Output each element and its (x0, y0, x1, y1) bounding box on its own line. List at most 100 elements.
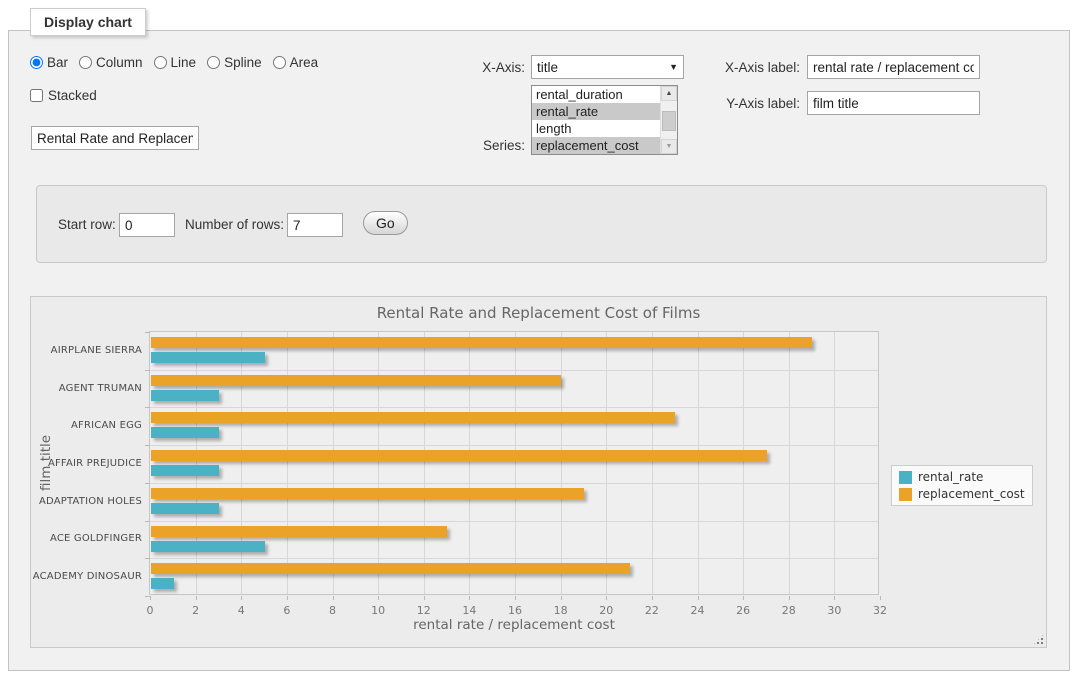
gridline-vertical (469, 332, 470, 594)
x-tick-label: 22 (632, 604, 672, 617)
gridline-horizontal (150, 445, 878, 446)
chart-type-radio-label: Column (96, 55, 143, 70)
bar-replacement_cost (151, 526, 447, 537)
x-tick-mark (196, 596, 197, 600)
x-tick-label: 24 (678, 604, 718, 617)
chart-type-option-line[interactable]: Line (154, 55, 197, 70)
y-axis-label-label: Y-Axis label: (714, 96, 800, 111)
chart-type-radio-area[interactable] (273, 56, 286, 69)
scrollbar-thumb[interactable] (662, 111, 676, 131)
gridline-vertical (606, 332, 607, 594)
chart-container: Rental Rate and Replacement Cost of Film… (30, 296, 1047, 648)
chart-type-radio-label: Spline (224, 55, 262, 70)
x-tick-label: 16 (495, 604, 535, 617)
x-tick-mark (515, 596, 516, 600)
chart-type-option-bar[interactable]: Bar (30, 55, 68, 70)
x-tick-label: 20 (586, 604, 626, 617)
chart-title-input[interactable] (31, 126, 199, 150)
category-label: AFFAIR PREJUDICE (32, 458, 142, 469)
y-tick-mark (145, 445, 150, 446)
x-tick-mark (561, 596, 562, 600)
stacked-checkbox-row[interactable]: Stacked (30, 88, 97, 103)
scroll-up-icon[interactable]: ▲ (661, 86, 677, 101)
scroll-down-icon[interactable]: ▼ (661, 139, 677, 154)
stacked-checkbox[interactable] (30, 89, 43, 102)
chart-type-radio-spline[interactable] (207, 56, 220, 69)
series-option-replacement_cost[interactable]: replacement_cost (532, 137, 660, 154)
series-scrollbar[interactable]: ▲ ▼ (660, 86, 677, 154)
chart-type-radio-line[interactable] (154, 56, 167, 69)
x-tick-mark (241, 596, 242, 600)
category-label: AGENT TRUMAN (32, 383, 142, 394)
gridline-vertical (424, 332, 425, 594)
series-select-label: Series: (455, 138, 525, 153)
x-tick-mark (789, 596, 790, 600)
number-of-rows-label: Number of rows: (185, 217, 284, 232)
x-tick-mark (333, 596, 334, 600)
start-row-input[interactable] (119, 213, 175, 237)
start-row-label: Start row: (58, 217, 116, 232)
bar-rental_rate (151, 427, 219, 438)
chart-type-radio-label: Area (290, 55, 319, 70)
x-tick-label: 30 (814, 604, 854, 617)
chart-legend: rental_rate replacement_cost (891, 465, 1033, 506)
go-button[interactable]: Go (363, 211, 408, 235)
gridline-vertical (561, 332, 562, 594)
x-tick-label: 0 (130, 604, 170, 617)
legend-label: replacement_cost (918, 487, 1025, 501)
x-axis-select-wrap: title ▼ (531, 55, 684, 79)
gridline-horizontal (150, 483, 878, 484)
number-of-rows-input[interactable] (287, 213, 343, 237)
chart-type-radio-column[interactable] (79, 56, 92, 69)
x-tick-mark (652, 596, 653, 600)
x-tick-mark (150, 596, 151, 600)
bar-rental_rate (151, 465, 219, 476)
legend-swatch-icon (899, 488, 912, 501)
x-tick-mark (743, 596, 744, 600)
x-axis-label-input[interactable] (807, 55, 980, 79)
y-tick-mark (145, 521, 150, 522)
x-tick-label: 10 (358, 604, 398, 617)
y-tick-mark (145, 332, 150, 333)
series-listbox[interactable]: rental_durationrental_ratelengthreplacem… (531, 85, 678, 155)
series-option-rental_duration[interactable]: rental_duration (532, 86, 660, 103)
x-tick-label: 18 (541, 604, 581, 617)
chart-type-radio-label: Bar (47, 55, 68, 70)
category-label: ADAPTATION HOLES (32, 496, 142, 507)
resize-handle-icon[interactable] (1032, 633, 1045, 646)
chart-type-radios: Bar Column Line Spline Area (30, 55, 318, 70)
gridline-horizontal (150, 407, 878, 408)
gridline-vertical (241, 332, 242, 594)
x-tick-label: 4 (221, 604, 261, 617)
y-axis-label-input[interactable] (807, 91, 980, 115)
series-option-rental_rate[interactable]: rental_rate (532, 103, 660, 120)
chart-title: Rental Rate and Replacement Cost of Film… (31, 304, 1046, 322)
gridline-vertical (652, 332, 653, 594)
gridline-vertical (698, 332, 699, 594)
chart-type-option-column[interactable]: Column (79, 55, 143, 70)
fieldset-legend: Display chart (30, 8, 146, 36)
chart-type-radio-bar[interactable] (30, 56, 43, 69)
legend-label: rental_rate (918, 470, 983, 484)
gridline-vertical (515, 332, 516, 594)
chart-type-radio-label: Line (171, 55, 197, 70)
series-option-length[interactable]: length (532, 120, 660, 137)
chart-type-option-area[interactable]: Area (273, 55, 319, 70)
legend-item-replacement_cost: replacement_cost (899, 487, 1025, 501)
gridline-vertical (333, 332, 334, 594)
legend-item-rental_rate: rental_rate (899, 470, 1025, 484)
chart-type-option-spline[interactable]: Spline (207, 55, 262, 70)
bar-replacement_cost (151, 412, 675, 423)
x-axis-select[interactable]: title (531, 55, 684, 79)
bar-replacement_cost (151, 375, 561, 386)
gridline-horizontal (150, 521, 878, 522)
x-tick-mark (378, 596, 379, 600)
bar-rental_rate (151, 578, 174, 589)
category-label: AFRICAN EGG (32, 420, 142, 431)
series-listbox-options: rental_durationrental_ratelengthreplacem… (532, 86, 660, 154)
bar-rental_rate (151, 541, 265, 552)
x-tick-mark (606, 596, 607, 600)
bar-replacement_cost (151, 337, 812, 348)
y-tick-mark (145, 596, 150, 597)
x-tick-label: 8 (313, 604, 353, 617)
